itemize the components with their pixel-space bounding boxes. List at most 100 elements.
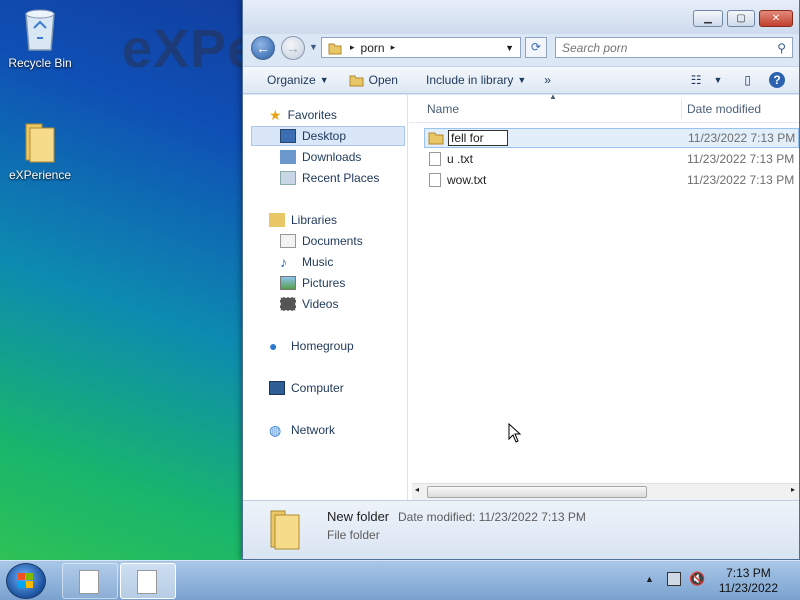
nav-label: Libraries [291, 213, 338, 227]
taskbar-app-button-active[interactable] [120, 563, 176, 599]
breadcrumb-folder[interactable]: porn [361, 41, 385, 55]
open-button[interactable]: Open [343, 73, 404, 87]
nav-label: Homegroup [291, 339, 354, 353]
forward-button[interactable]: → [281, 36, 305, 60]
taskbar-app-button[interactable] [62, 563, 118, 599]
file-row[interactable]: u .txt 11/23/2022 7:13 PM [424, 149, 799, 169]
volume-muted-icon[interactable]: 🔇 [689, 571, 705, 587]
minimize-button[interactable]: ▁ [693, 10, 723, 27]
desktop-icon-recycle-bin[interactable]: Recycle Bin [0, 6, 80, 70]
horizontal-scrollbar[interactable]: ◂ ▸ [412, 483, 799, 500]
breadcrumb-chevron-icon[interactable]: ▸ [391, 42, 396, 53]
folder-icon [20, 118, 60, 164]
column-header-name[interactable]: Name [427, 102, 459, 116]
details-name: New folder [327, 509, 390, 524]
nav-label: Music [302, 255, 334, 269]
back-button[interactable]: ← [251, 36, 275, 60]
downloads-icon [280, 150, 296, 164]
column-header-date-modified[interactable]: Date modified [687, 102, 761, 116]
view-icon: ☷ [690, 73, 702, 87]
clock-date: 11/23/2022 [718, 581, 778, 595]
maximize-button[interactable]: ▢ [727, 10, 755, 27]
file-row[interactable]: wow.txt 11/23/2022 7:13 PM [424, 170, 799, 190]
recycle-bin-icon [20, 6, 60, 52]
address-bar[interactable]: ▸ porn ▸ ▼ [321, 37, 521, 58]
nav-label: Network [291, 423, 336, 437]
open-folder-icon [349, 73, 365, 87]
clock-time: 7:13 PM [726, 566, 771, 580]
desktop-icon-experience[interactable]: eXPerience [0, 118, 80, 182]
clock[interactable]: 7:13 PM 11/23/2022 [719, 566, 778, 596]
file-date: 11/23/2022 7:13 PM [687, 173, 795, 187]
nav-favorites[interactable]: ★ Favorites [269, 105, 337, 125]
nav-libraries[interactable]: Libraries [269, 210, 337, 230]
address-dropdown-icon[interactable]: ▼ [505, 43, 514, 53]
nav-label: Desktop [302, 129, 347, 143]
nav-desktop[interactable]: Desktop [251, 126, 405, 146]
folder-icon [428, 131, 444, 145]
document-icon [137, 570, 157, 594]
file-row[interactable]: fell for 11/23/2022 7:13 PM [424, 128, 799, 148]
file-date: 11/23/2022 7:13 PM [687, 152, 795, 166]
include-in-library-button[interactable]: Include in library ▼ [420, 73, 532, 87]
desktop-icon-label: eXPerience [8, 168, 72, 182]
command-bar: Organize ▼ Open Include in library ▼ » ☷… [243, 66, 799, 94]
close-button[interactable]: ✕ [759, 10, 793, 27]
nav-network[interactable]: ◍ Network [269, 420, 335, 440]
recent-pages-dropdown[interactable]: ▼ [309, 42, 318, 52]
nav-label: Recent Places [302, 171, 380, 185]
nav-label: Pictures [302, 276, 346, 290]
documents-icon [280, 234, 296, 248]
nav-videos[interactable]: Videos [280, 294, 338, 314]
preview-pane-button[interactable]: ▯ [738, 73, 757, 87]
nav-homegroup[interactable]: ● Homegroup [269, 336, 354, 356]
nav-documents[interactable]: Documents [280, 231, 363, 251]
more-commands-button[interactable]: » [538, 73, 557, 87]
scroll-left-icon[interactable]: ◂ [415, 485, 419, 494]
details-type: File folder [327, 528, 380, 542]
folder-icon [328, 41, 344, 55]
file-name: wow.txt [447, 173, 487, 187]
show-hidden-icons-button[interactable]: ▲ [645, 574, 654, 584]
change-view-button[interactable]: ☷ ▼ [685, 73, 729, 87]
address-row: ← → ▼ ▸ porn ▸ ▼ ⟳ ⚲ [243, 34, 799, 62]
start-button[interactable] [6, 563, 46, 599]
computer-icon [269, 381, 285, 395]
nav-downloads[interactable]: Downloads [280, 147, 361, 167]
nav-recent-places[interactable]: Recent Places [280, 168, 379, 188]
sort-arrow-icon: ▲ [549, 92, 557, 101]
nav-label: Favorites [287, 108, 337, 122]
refresh-button[interactable]: ⟳ [525, 37, 547, 58]
search-input[interactable] [562, 40, 762, 55]
nav-label: Videos [302, 297, 339, 311]
title-bar[interactable]: ▁ ▢ ✕ [243, 0, 799, 34]
chevron-down-icon: ▼ [713, 75, 723, 85]
text-file-icon [429, 173, 441, 187]
network-status-icon[interactable] [667, 572, 681, 586]
recent-places-icon [280, 171, 296, 185]
file-date: 11/23/2022 7:13 PM [688, 131, 796, 145]
column-divider [681, 99, 682, 119]
nav-pictures[interactable]: Pictures [280, 273, 345, 293]
nav-label: Computer [291, 381, 344, 395]
chevron-down-icon: ▼ [319, 75, 329, 85]
search-box[interactable]: ⚲ [555, 37, 793, 58]
pictures-icon [280, 276, 296, 290]
nav-computer[interactable]: Computer [269, 378, 344, 398]
taskbar: ▲ 🔇 7:13 PM 11/23/2022 [0, 560, 800, 600]
rename-input[interactable]: fell for [448, 130, 508, 146]
organize-button[interactable]: Organize ▼ [261, 73, 335, 87]
file-name: u .txt [447, 152, 474, 166]
music-icon: ♪ [280, 254, 287, 270]
nav-label: Documents [302, 234, 363, 248]
search-icon[interactable]: ⚲ [777, 41, 786, 55]
nav-music[interactable]: ♪ Music [280, 252, 333, 272]
chevron-down-icon: ▼ [517, 75, 527, 85]
scrollbar-thumb[interactable] [427, 486, 647, 498]
videos-icon [280, 297, 296, 311]
scroll-right-icon[interactable]: ▸ [791, 485, 795, 494]
organize-label: Organize [267, 73, 316, 87]
text-file-icon [429, 152, 441, 166]
help-button[interactable]: ? [763, 72, 791, 88]
nav-label: Downloads [302, 150, 362, 164]
